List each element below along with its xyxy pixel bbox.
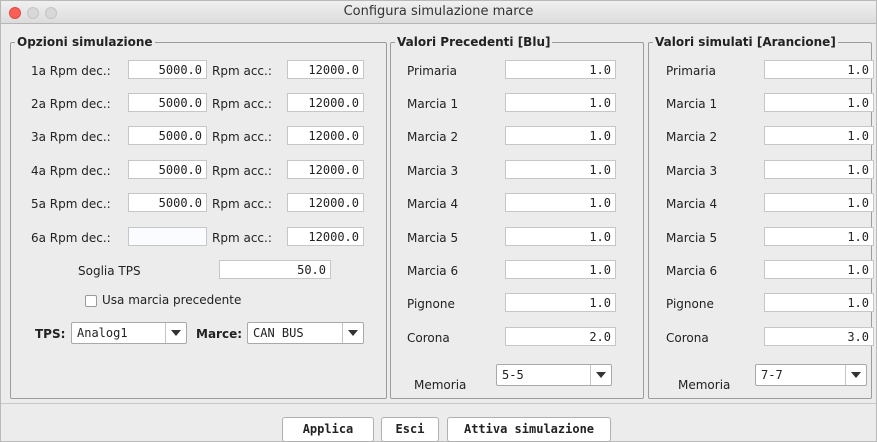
gear1-acc-label: Rpm acc.:: [212, 64, 272, 78]
prev-primaria-input[interactable]: 1.0: [505, 60, 616, 79]
exit-button[interactable]: Esci: [381, 417, 439, 442]
gear4-acc-label: Rpm acc.:: [212, 164, 272, 178]
gear1-acc-input[interactable]: 12000.0: [287, 60, 364, 79]
prev-marcia1-label: Marcia 1: [407, 97, 459, 111]
prev-marcia3-input[interactable]: 1.0: [505, 160, 616, 179]
prev-primaria-label: Primaria: [407, 64, 457, 78]
prev-marcia5-input[interactable]: 1.0: [505, 227, 616, 246]
tps-select[interactable]: Analog1: [71, 322, 187, 344]
gear3-dec-input[interactable]: 5000.0: [128, 126, 207, 145]
options-panel-title: Opzioni simulazione: [17, 35, 153, 49]
sim-marcia2-label: Marcia 2: [666, 130, 718, 144]
start-simulation-button[interactable]: Attiva simulazione: [447, 417, 611, 442]
prev-marcia4-input[interactable]: 1.0: [505, 193, 616, 212]
title-bar: Configura simulazione marce: [1, 1, 876, 24]
sim-memory-label: Memoria: [678, 378, 731, 392]
use-previous-gear-checkbox[interactable]: [85, 295, 97, 307]
prev-marcia6-label: Marcia 6: [407, 264, 459, 278]
tps-threshold-input[interactable]: 50.0: [219, 260, 331, 279]
gear5-dec-input[interactable]: 5000.0: [128, 193, 207, 212]
prev-marcia1-input[interactable]: 1.0: [505, 93, 616, 112]
use-previous-gear-label: Usa marcia precedente: [102, 293, 242, 307]
gear2-acc-label: Rpm acc.:: [212, 97, 272, 111]
gears-select-value: CAN BUS: [253, 326, 304, 340]
sim-memory-select[interactable]: 7-7: [755, 364, 867, 386]
previous-values-title: Valori Precedenti [Blu]: [397, 35, 551, 49]
chevron-down-icon: [845, 365, 866, 385]
gear3-dec-label: 3a Rpm dec.:: [31, 130, 111, 144]
config-window: Configura simulazione marce Opzioni simu…: [0, 0, 877, 442]
sim-marcia6-input[interactable]: 1.0: [764, 260, 874, 279]
gear3-acc-input[interactable]: 12000.0: [287, 126, 364, 145]
gear4-dec-label: 4a Rpm dec.:: [31, 164, 111, 178]
prev-corona-input[interactable]: 2.0: [505, 327, 616, 346]
options-panel: Opzioni simulazione: [10, 35, 387, 399]
sim-marcia4-input[interactable]: 1.0: [764, 193, 874, 212]
tps-label: TPS:: [35, 327, 66, 341]
apply-button[interactable]: Applica: [282, 417, 374, 442]
gear2-dec-input[interactable]: 5000.0: [128, 93, 207, 112]
sim-pignone-label: Pignone: [666, 297, 714, 311]
prev-memory-label: Memoria: [414, 378, 467, 392]
prev-marcia6-input[interactable]: 1.0: [505, 260, 616, 279]
prev-marcia5-label: Marcia 5: [407, 231, 459, 245]
sim-memory-value: 7-7: [761, 368, 783, 382]
prev-corona-label: Corona: [407, 331, 450, 345]
sim-marcia5-input[interactable]: 1.0: [764, 227, 874, 246]
sim-pignone-input[interactable]: 1.0: [764, 293, 874, 312]
sim-primaria-label: Primaria: [666, 64, 716, 78]
gears-select[interactable]: CAN BUS: [247, 322, 364, 344]
gear2-dec-label: 2a Rpm dec.:: [31, 97, 111, 111]
chevron-down-icon: [165, 323, 186, 343]
prev-marcia4-label: Marcia 4: [407, 197, 459, 211]
prev-marcia2-input[interactable]: 1.0: [505, 126, 616, 145]
gear1-dec-input[interactable]: 5000.0: [128, 60, 207, 79]
prev-memory-select[interactable]: 5-5: [496, 364, 612, 386]
gear6-acc-label: Rpm acc.:: [212, 231, 272, 245]
sim-corona-input[interactable]: 3.0: [764, 327, 874, 346]
sim-marcia2-input[interactable]: 1.0: [764, 126, 874, 145]
sim-corona-label: Corona: [666, 331, 709, 345]
tps-select-value: Analog1: [77, 326, 128, 340]
button-bar-divider: [1, 403, 876, 404]
prev-marcia3-label: Marcia 3: [407, 164, 459, 178]
window-title: Configura simulazione marce: [343, 4, 534, 19]
sim-marcia1-label: Marcia 1: [666, 97, 718, 111]
tps-threshold-label: Soglia TPS: [78, 264, 141, 278]
chevron-down-icon: [342, 323, 363, 343]
prev-pignone-input[interactable]: 1.0: [505, 293, 616, 312]
sim-marcia3-label: Marcia 3: [666, 164, 718, 178]
gears-label: Marce:: [196, 327, 243, 341]
gear4-dec-input[interactable]: 5000.0: [128, 160, 207, 179]
sim-marcia4-label: Marcia 4: [666, 197, 718, 211]
gear6-dec-input[interactable]: [128, 227, 207, 246]
prev-marcia2-label: Marcia 2: [407, 130, 459, 144]
gear6-dec-label: 6a Rpm dec.:: [31, 231, 111, 245]
sim-primaria-input[interactable]: 1.0: [764, 60, 874, 79]
gear6-acc-input[interactable]: 12000.0: [287, 227, 364, 246]
gear3-acc-label: Rpm acc.:: [212, 130, 272, 144]
gear5-acc-input[interactable]: 12000.0: [287, 193, 364, 212]
prev-pignone-label: Pignone: [407, 297, 455, 311]
prev-memory-value: 5-5: [502, 368, 524, 382]
gear2-acc-input[interactable]: 12000.0: [287, 93, 364, 112]
gear5-acc-label: Rpm acc.:: [212, 197, 272, 211]
sim-marcia3-input[interactable]: 1.0: [764, 160, 874, 179]
sim-marcia5-label: Marcia 5: [666, 231, 718, 245]
gear5-dec-label: 5a Rpm dec.:: [31, 197, 111, 211]
sim-marcia6-label: Marcia 6: [666, 264, 718, 278]
chevron-down-icon: [590, 365, 611, 385]
gear1-dec-label: 1a Rpm dec.:: [31, 64, 111, 78]
gear4-acc-input[interactable]: 12000.0: [287, 160, 364, 179]
sim-marcia1-input[interactable]: 1.0: [764, 93, 874, 112]
simulated-values-title: Valori simulati [Arancione]: [655, 35, 836, 49]
